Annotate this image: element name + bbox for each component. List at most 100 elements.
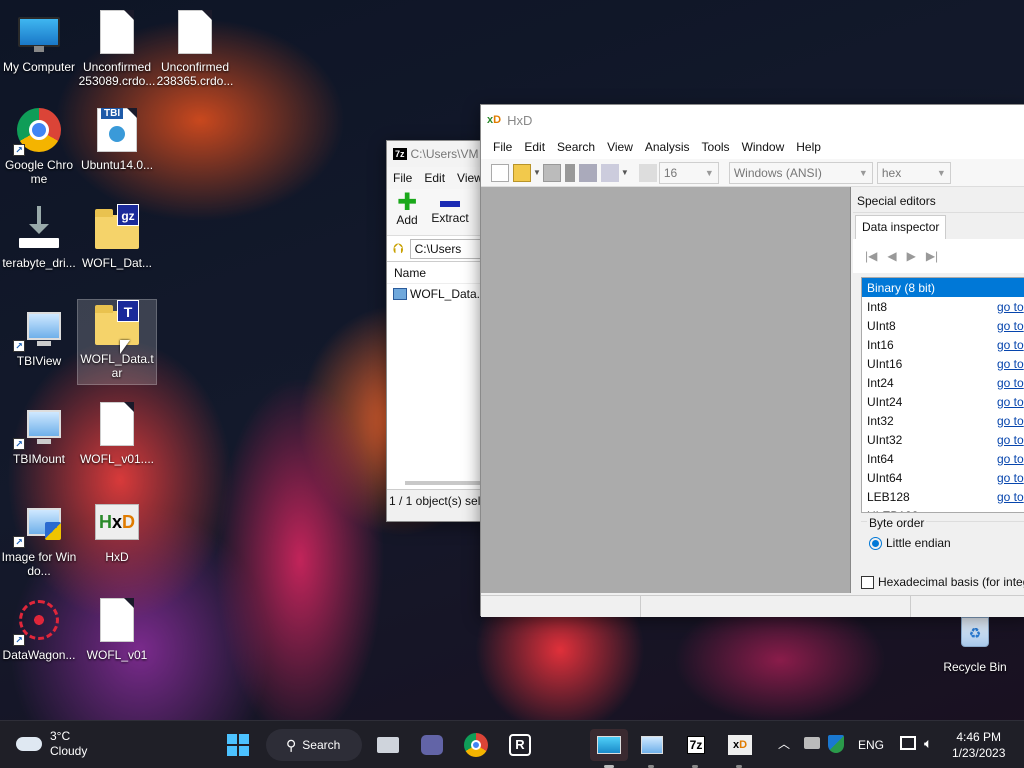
hxd-menu-view[interactable]: View <box>601 140 639 154</box>
hex-editor-area[interactable] <box>481 187 851 593</box>
sevenzip-menu-file[interactable]: File <box>387 171 418 185</box>
inspector-row-selected[interactable]: Binary (8 bit) <box>862 278 1024 297</box>
desktop-icon-wofl-v01-dots[interactable]: WOFL_v01.... <box>78 400 156 466</box>
inspector-row[interactable]: UInt32 go to <box>862 430 1024 449</box>
hxd-menu-window[interactable]: Window <box>736 140 791 154</box>
new-file-icon[interactable] <box>491 163 509 182</box>
little-endian-radio[interactable]: Little endian <box>869 536 951 550</box>
hxd-titlebar[interactable]: xD HxD <box>481 105 1024 135</box>
language-indicator[interactable]: ENG <box>858 738 884 752</box>
desktop-icon-recycle-bin[interactable]: ♻ Recycle Bin <box>936 608 1014 674</box>
goto-link[interactable]: go to <box>992 357 1024 371</box>
sevenzip-taskbar-button[interactable]: 7z <box>680 729 712 761</box>
file-row[interactable]: WOFL_Data.ta <box>387 284 495 304</box>
desktop-icon-wofl-data-gz[interactable]: gz WOFL_Dat... <box>78 204 156 270</box>
extract-button[interactable]: Extract <box>427 193 473 235</box>
inspector-row[interactable]: UInt8 go to <box>862 316 1024 335</box>
clock[interactable]: 4:46 PM 1/23/2023 <box>952 729 1005 761</box>
inspector-row[interactable]: ULEB128go to <box>862 506 1024 513</box>
charset-select[interactable]: Windows (ANSI) ▼ <box>728 161 873 184</box>
open-disk-image-icon[interactable] <box>600 163 619 182</box>
hxd-menu-help[interactable]: Help <box>790 140 827 154</box>
offset-base-select[interactable]: hex ▼ <box>876 161 951 184</box>
goto-link[interactable]: go to <box>992 452 1024 466</box>
tbimount-taskbar-button[interactable] <box>636 729 668 761</box>
task-view-button[interactable] <box>372 729 404 761</box>
speaker-icon[interactable]: 🔈︎ <box>924 735 932 752</box>
next-icon[interactable]: ▶ <box>907 249 916 263</box>
desktop-icon-datawagon[interactable]: ↗ DataWagon... <box>0 596 78 662</box>
byte-order-group: Byte order Little endian <box>861 516 1024 567</box>
inspector-row[interactable]: UInt24 go to <box>862 392 1024 411</box>
inspector-row[interactable]: UInt16 go to <box>862 354 1024 373</box>
goto-link[interactable]: go to <box>992 376 1024 390</box>
taskbar-search[interactable]: ⚲ Search <box>266 729 362 761</box>
desktop-icon-image-for-windows[interactable]: ↗ Image for Windo... <box>0 498 78 578</box>
network-drive-icon[interactable] <box>804 737 820 749</box>
goto-link[interactable]: go to <box>992 471 1024 485</box>
hxd-title: HxD <box>507 112 533 128</box>
open-dropdown-icon[interactable]: ▼ <box>533 168 541 177</box>
tab-data-inspector[interactable]: Data inspector <box>855 215 947 239</box>
desktop-icon-unconfirmed-1[interactable]: Unconfirmed 253089.crdo... <box>78 8 156 88</box>
inspector-row[interactable]: Int32 go to <box>862 411 1024 430</box>
desktop-icon-my-computer[interactable]: My Computer <box>0 8 78 74</box>
desktop-icon-hxd[interactable]: HxD HxD <box>78 498 156 564</box>
hxd-menu-analysis[interactable]: Analysis <box>639 140 696 154</box>
desktop-icon-tbimount[interactable]: ↗ TBIMount <box>0 400 78 466</box>
hxd-menu-file[interactable]: File <box>487 140 518 154</box>
goto-link[interactable]: go to <box>992 319 1024 333</box>
tray-overflow-icon[interactable]: ︿ <box>778 735 790 752</box>
start-button[interactable] <box>222 729 254 761</box>
last-icon[interactable]: ▶| <box>926 249 938 263</box>
inspector-row[interactable]: UInt64 go to <box>862 468 1024 487</box>
hxd-taskbar-button[interactable]: xD <box>724 729 756 761</box>
bytes-per-row-select[interactable]: 16 ▼ <box>658 161 719 184</box>
goto-link[interactable]: go to <box>992 338 1024 352</box>
display-icon[interactable] <box>900 736 916 750</box>
sevenzip-menu-edit[interactable]: Edit <box>418 171 451 185</box>
hxd-menu-tools[interactable]: Tools <box>696 140 736 154</box>
inspector-row[interactable]: Int8 go to <box>862 297 1024 316</box>
desktop-icon-tbiview[interactable]: ↗ TBIView <box>0 302 78 368</box>
open-disk-icon[interactable] <box>564 163 575 182</box>
tbiview-taskbar-button[interactable] <box>590 729 628 761</box>
goto-link[interactable]: go to <box>992 395 1024 409</box>
inspector-row[interactable]: Int64 go to <box>862 449 1024 468</box>
goto-link[interactable]: go to <box>992 509 1024 513</box>
goto-link[interactable]: go to <box>992 300 1024 314</box>
goto-link[interactable]: go to <box>992 414 1024 428</box>
hex-basis-checkbox[interactable]: Hexadecimal basis (for integ <box>861 575 1024 589</box>
inspector-row[interactable]: Int16 go to <box>862 335 1024 354</box>
desktop-icon-wofl-data-tar[interactable]: T WOFL_Data.tar <box>77 299 157 385</box>
previous-icon[interactable]: ◀ <box>887 249 896 263</box>
first-icon[interactable]: |◀ <box>865 249 877 263</box>
hxd-menu-search[interactable]: Search <box>551 140 601 154</box>
goto-link[interactable]: go to <box>992 490 1024 504</box>
inspector-row[interactable]: LEB128 go to <box>862 487 1024 506</box>
inspector-row[interactable]: Int24 go to <box>862 373 1024 392</box>
r-app-button[interactable]: R <box>504 729 536 761</box>
sevenzip-titlebar[interactable]: 7z C:\Users\VM <box>387 141 495 167</box>
teams-button[interactable] <box>416 729 448 761</box>
desktop-icon-wofl-v01[interactable]: WOFL_v01 <box>78 596 156 662</box>
disk-dropdown-icon[interactable]: ▼ <box>621 168 629 177</box>
chrome-taskbar-button[interactable] <box>460 729 492 761</box>
hxd-window[interactable]: xD HxD File Edit Search View Analysis To… <box>480 104 1024 617</box>
open-ram-icon[interactable] <box>578 163 597 182</box>
column-header-name[interactable]: Name <box>387 262 495 284</box>
shield-icon[interactable] <box>828 735 844 753</box>
open-file-icon[interactable] <box>513 163 531 182</box>
hxd-menu-edit[interactable]: Edit <box>518 140 551 154</box>
goto-link[interactable]: go to <box>992 433 1024 447</box>
up-folder-icon[interactable]: ⮉ <box>393 240 404 257</box>
desktop-icon-terabyte-drive[interactable]: terabyte_dri... <box>0 204 78 270</box>
save-icon[interactable] <box>542 163 561 182</box>
desktop-icon-ubuntu[interactable]: TBI Ubuntu14.0... <box>78 106 156 172</box>
windows-logo-icon <box>227 734 249 756</box>
desktop-icon-google-chrome[interactable]: ↗ Google Chrome <box>0 106 78 186</box>
desktop-icon-label: terabyte_dri... <box>2 256 76 270</box>
weather-widget[interactable]: 3°C Cloudy <box>16 729 87 759</box>
add-button[interactable]: ✚ Add <box>387 191 427 235</box>
desktop-icon-unconfirmed-2[interactable]: Unconfirmed 238365.crdo... <box>156 8 234 88</box>
